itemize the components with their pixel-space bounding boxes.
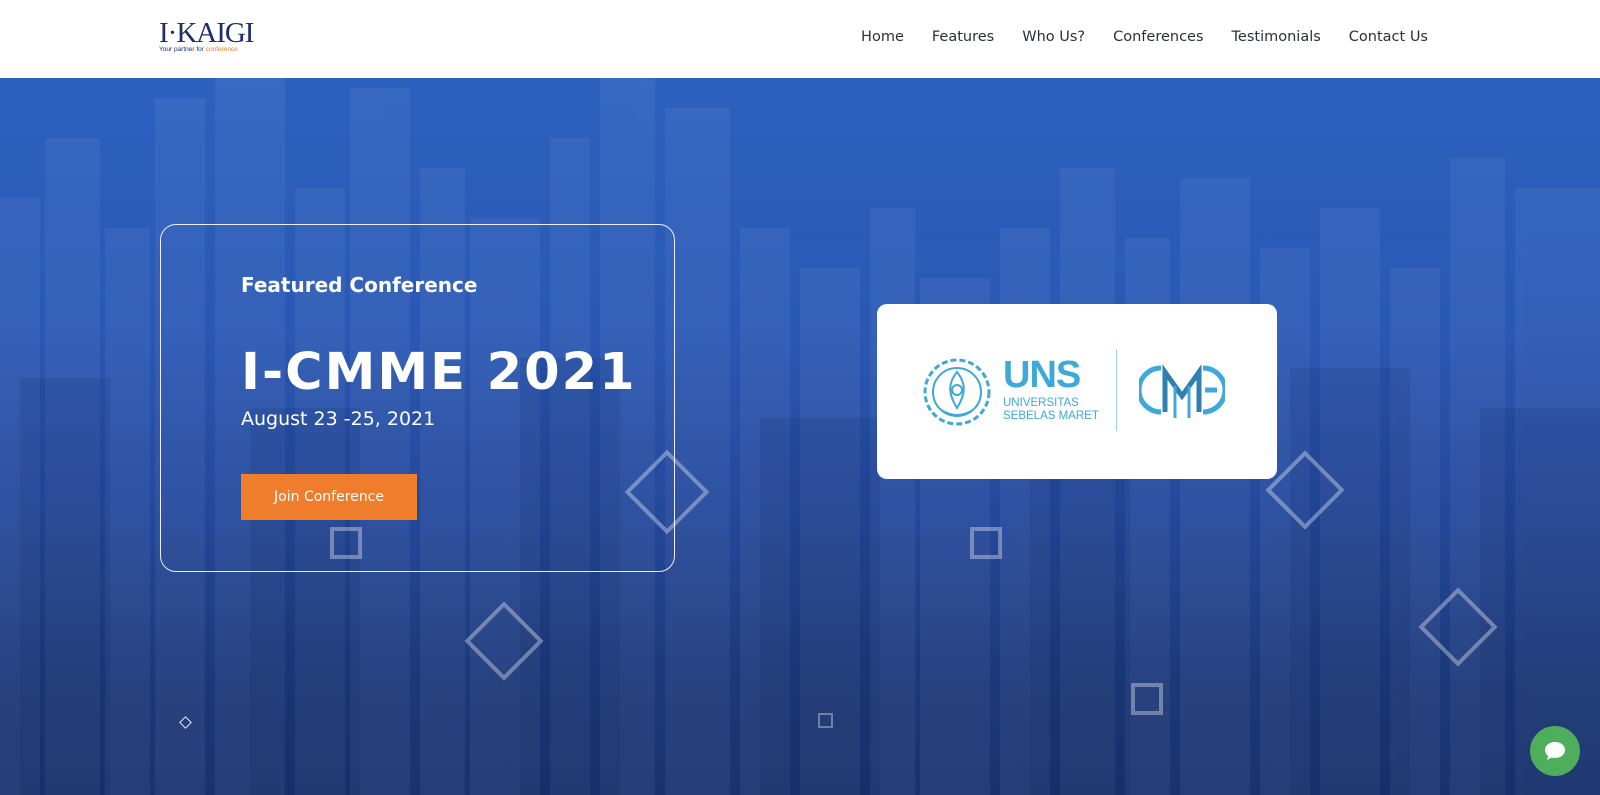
partner-logo-card: UNS UNIVERSITAS SEBELAS MARET (877, 304, 1277, 479)
ikaigi-logo[interactable]: I·KAIGI Your partner for conference (159, 18, 269, 58)
conference-date: August 23 -25, 2021 (241, 408, 436, 430)
uns-wordmark: UNS (1003, 354, 1081, 396)
conference-title: I-CMME 2021 (241, 343, 637, 402)
nav-home[interactable]: Home (861, 29, 904, 45)
uns-emblem-icon (923, 358, 991, 426)
logo-tagline-accent: conference (205, 46, 238, 53)
nav-testimonials[interactable]: Testimonials (1232, 29, 1321, 45)
main-nav: Home Features Who Us? Conferences Testim… (861, 29, 1428, 45)
nav-who-us[interactable]: Who Us? (1022, 29, 1085, 45)
featured-label: Featured Conference (241, 273, 478, 297)
decorative-square (818, 713, 833, 728)
nav-conferences[interactable]: Conferences (1113, 29, 1203, 45)
nav-contact-us[interactable]: Contact Us (1349, 29, 1428, 45)
decorative-square (970, 527, 1002, 559)
decorative-square (1131, 683, 1163, 715)
logo-tagline-prefix: Your partner for (159, 46, 204, 53)
logo-divider (1116, 349, 1117, 431)
chat-bubble-icon (1545, 742, 1565, 760)
uns-fullname: UNIVERSITAS SEBELAS MARET (1003, 397, 1099, 423)
featured-conference-card: Featured Conference I-CMME 2021 August 2… (160, 224, 675, 572)
logo-wordmark: I·KAIGI (159, 17, 254, 49)
hero-section: Featured Conference I-CMME 2021 August 2… (0, 78, 1600, 795)
nav-features[interactable]: Features (932, 29, 994, 45)
uns-line-1: UNIVERSITAS (1003, 397, 1079, 409)
cmme-logo-mark (1139, 364, 1225, 418)
uns-line-2: SEBELAS MARET (1003, 410, 1099, 422)
site-header: I·KAIGI Your partner for conference Home… (0, 0, 1600, 78)
chat-button[interactable] (1530, 726, 1580, 776)
join-conference-button[interactable]: Join Conference (241, 474, 417, 520)
